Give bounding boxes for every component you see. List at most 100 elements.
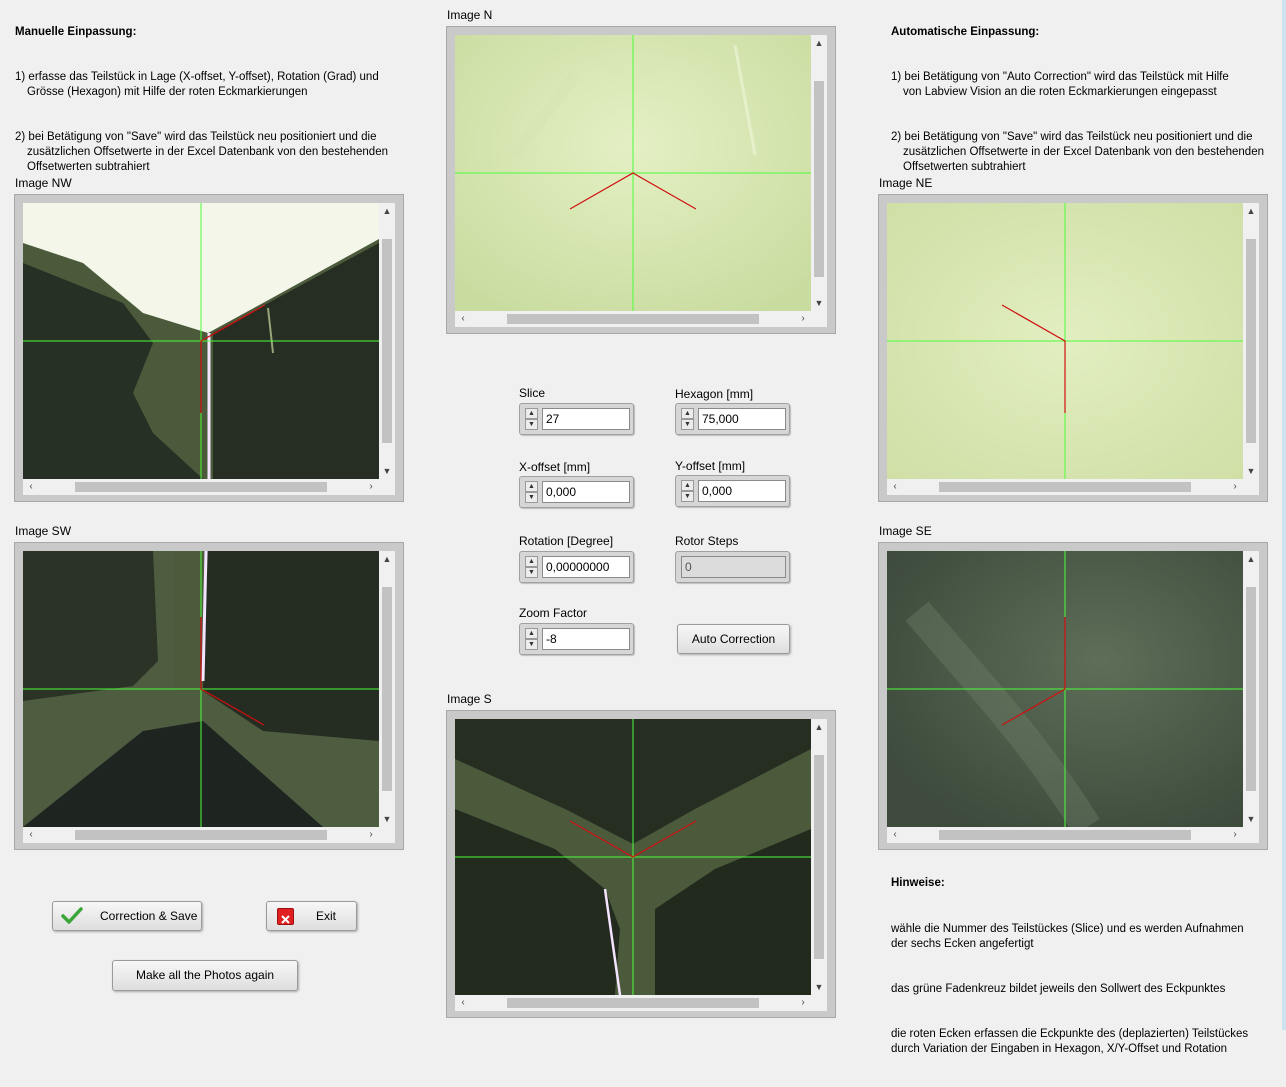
image-s-graphic [455, 719, 811, 995]
rotation-spinner[interactable]: ▲ ▼ [525, 556, 538, 578]
scroll-left-icon[interactable]: ‹ [887, 827, 903, 843]
image-se-vscrollbar[interactable]: ▲ ▼ [1243, 551, 1259, 827]
scroll-thumb[interactable] [507, 998, 759, 1008]
scroll-up-icon[interactable]: ▲ [1243, 551, 1259, 567]
slice-control: ▲ ▼ 27 [519, 403, 634, 435]
decrement-icon[interactable]: ▼ [681, 491, 694, 502]
scroll-right-icon[interactable]: › [1227, 479, 1243, 495]
scroll-thumb[interactable] [1246, 239, 1256, 443]
image-ne-vscrollbar[interactable]: ▲ ▼ [1243, 203, 1259, 479]
scroll-up-icon[interactable]: ▲ [811, 719, 827, 735]
hexagon-label: Hexagon [mm] [675, 387, 754, 401]
image-sw-panel: ▲ ▼ ‹ › [14, 542, 404, 850]
image-ne-hscrollbar[interactable]: ‹ › [887, 479, 1243, 495]
decrement-icon[interactable]: ▼ [525, 567, 538, 578]
xoffset-input[interactable]: 0,000 [542, 481, 630, 503]
scroll-left-icon[interactable]: ‹ [455, 995, 471, 1011]
decrement-icon[interactable]: ▼ [525, 492, 538, 503]
image-nw-panel: ▲ ▼ ‹ › [14, 194, 404, 502]
increment-icon[interactable]: ▲ [681, 480, 694, 491]
scroll-down-icon[interactable]: ▼ [379, 811, 395, 827]
manual-item-1: 1) erfasse das Teilstück in Lage (X-offs… [15, 71, 379, 98]
zoom-label: Zoom Factor [519, 606, 588, 620]
image-se-hscrollbar[interactable]: ‹ › [887, 827, 1243, 843]
image-s-hscrollbar[interactable]: ‹ › [455, 995, 811, 1011]
scroll-left-icon[interactable]: ‹ [455, 311, 471, 327]
xoffset-label: X-offset [mm] [519, 460, 591, 474]
rotation-input[interactable]: 0,00000000 [542, 556, 630, 578]
scroll-down-icon[interactable]: ▼ [379, 463, 395, 479]
xoffset-spinner[interactable]: ▲ ▼ [525, 481, 538, 503]
scroll-right-icon[interactable]: › [1227, 827, 1243, 843]
image-n-panel: ▲ ▼ ‹ › [446, 26, 836, 334]
scroll-down-icon[interactable]: ▼ [1243, 463, 1259, 479]
slice-spinner[interactable]: ▲ ▼ [525, 408, 538, 430]
increment-icon[interactable]: ▲ [525, 408, 538, 419]
check-icon [61, 906, 83, 926]
scroll-up-icon[interactable]: ▲ [811, 35, 827, 51]
scroll-thumb[interactable] [382, 587, 392, 791]
scroll-up-icon[interactable]: ▲ [1243, 203, 1259, 219]
scroll-right-icon[interactable]: › [795, 311, 811, 327]
hexagon-input[interactable]: 75,000 [698, 408, 786, 430]
scroll-down-icon[interactable]: ▼ [811, 295, 827, 311]
scroll-thumb[interactable] [75, 830, 327, 840]
decrement-icon[interactable]: ▼ [681, 419, 694, 430]
scroll-down-icon[interactable]: ▼ [1243, 811, 1259, 827]
image-s-view[interactable] [455, 719, 811, 995]
scroll-right-icon[interactable]: › [363, 479, 379, 495]
image-sw-view[interactable] [23, 551, 379, 827]
image-sw-hscrollbar[interactable]: ‹ › [23, 827, 379, 843]
scroll-thumb[interactable] [382, 239, 392, 443]
image-n-vscrollbar[interactable]: ▲ ▼ [811, 35, 827, 311]
correction-save-button[interactable]: Correction & Save [52, 901, 202, 931]
image-sw-graphic [23, 551, 379, 827]
exit-button[interactable]: Exit [266, 901, 357, 931]
image-ne-view[interactable] [887, 203, 1243, 479]
image-s-vscrollbar[interactable]: ▲ ▼ [811, 719, 827, 995]
scroll-thumb[interactable] [814, 755, 824, 959]
scroll-left-icon[interactable]: ‹ [23, 479, 39, 495]
auto-correction-button[interactable]: Auto Correction [677, 624, 790, 654]
increment-icon[interactable]: ▲ [525, 481, 538, 492]
increment-icon[interactable]: ▲ [525, 556, 538, 567]
decrement-icon[interactable]: ▼ [525, 639, 538, 650]
image-nw-label: Image NW [15, 176, 72, 190]
manual-instructions: 1) erfasse das Teilstück in Lage (X-offs… [15, 55, 415, 205]
image-n-hscrollbar[interactable]: ‹ › [455, 311, 811, 327]
manual-heading: Manuelle Einpassung: [15, 26, 137, 38]
zoom-input[interactable]: -8 [542, 628, 630, 650]
zoom-spinner[interactable]: ▲ ▼ [525, 628, 538, 650]
scroll-up-icon[interactable]: ▲ [379, 551, 395, 567]
scroll-right-icon[interactable]: › [795, 995, 811, 1011]
image-nw-view[interactable] [23, 203, 379, 479]
scroll-down-icon[interactable]: ▼ [811, 979, 827, 995]
make-photos-button[interactable]: Make all the Photos again [112, 960, 298, 991]
xoffset-control: ▲ ▼ 0,000 [519, 476, 634, 508]
image-nw-graphic [23, 203, 379, 479]
hexagon-spinner[interactable]: ▲ ▼ [681, 408, 694, 430]
increment-icon[interactable]: ▲ [525, 628, 538, 639]
scroll-left-icon[interactable]: ‹ [23, 827, 39, 843]
close-icon [277, 908, 294, 925]
yoffset-spinner[interactable]: ▲ ▼ [681, 480, 694, 502]
yoffset-input[interactable]: 0,000 [698, 480, 786, 502]
yoffset-label: Y-offset [mm] [675, 459, 746, 473]
image-nw-vscrollbar[interactable]: ▲ ▼ [379, 203, 395, 479]
image-se-view[interactable] [887, 551, 1243, 827]
scroll-thumb[interactable] [75, 482, 327, 492]
image-n-view[interactable] [455, 35, 811, 311]
scroll-up-icon[interactable]: ▲ [379, 203, 395, 219]
scroll-left-icon[interactable]: ‹ [887, 479, 903, 495]
slice-input[interactable]: 27 [542, 408, 630, 430]
scroll-thumb[interactable] [814, 81, 824, 277]
scroll-right-icon[interactable]: › [363, 827, 379, 843]
scroll-thumb[interactable] [1246, 587, 1256, 791]
increment-icon[interactable]: ▲ [681, 408, 694, 419]
scroll-thumb[interactable] [507, 314, 759, 324]
scroll-thumb[interactable] [939, 482, 1191, 492]
decrement-icon[interactable]: ▼ [525, 419, 538, 430]
scroll-thumb[interactable] [939, 830, 1191, 840]
image-nw-hscrollbar[interactable]: ‹ › [23, 479, 379, 495]
image-sw-vscrollbar[interactable]: ▲ ▼ [379, 551, 395, 827]
